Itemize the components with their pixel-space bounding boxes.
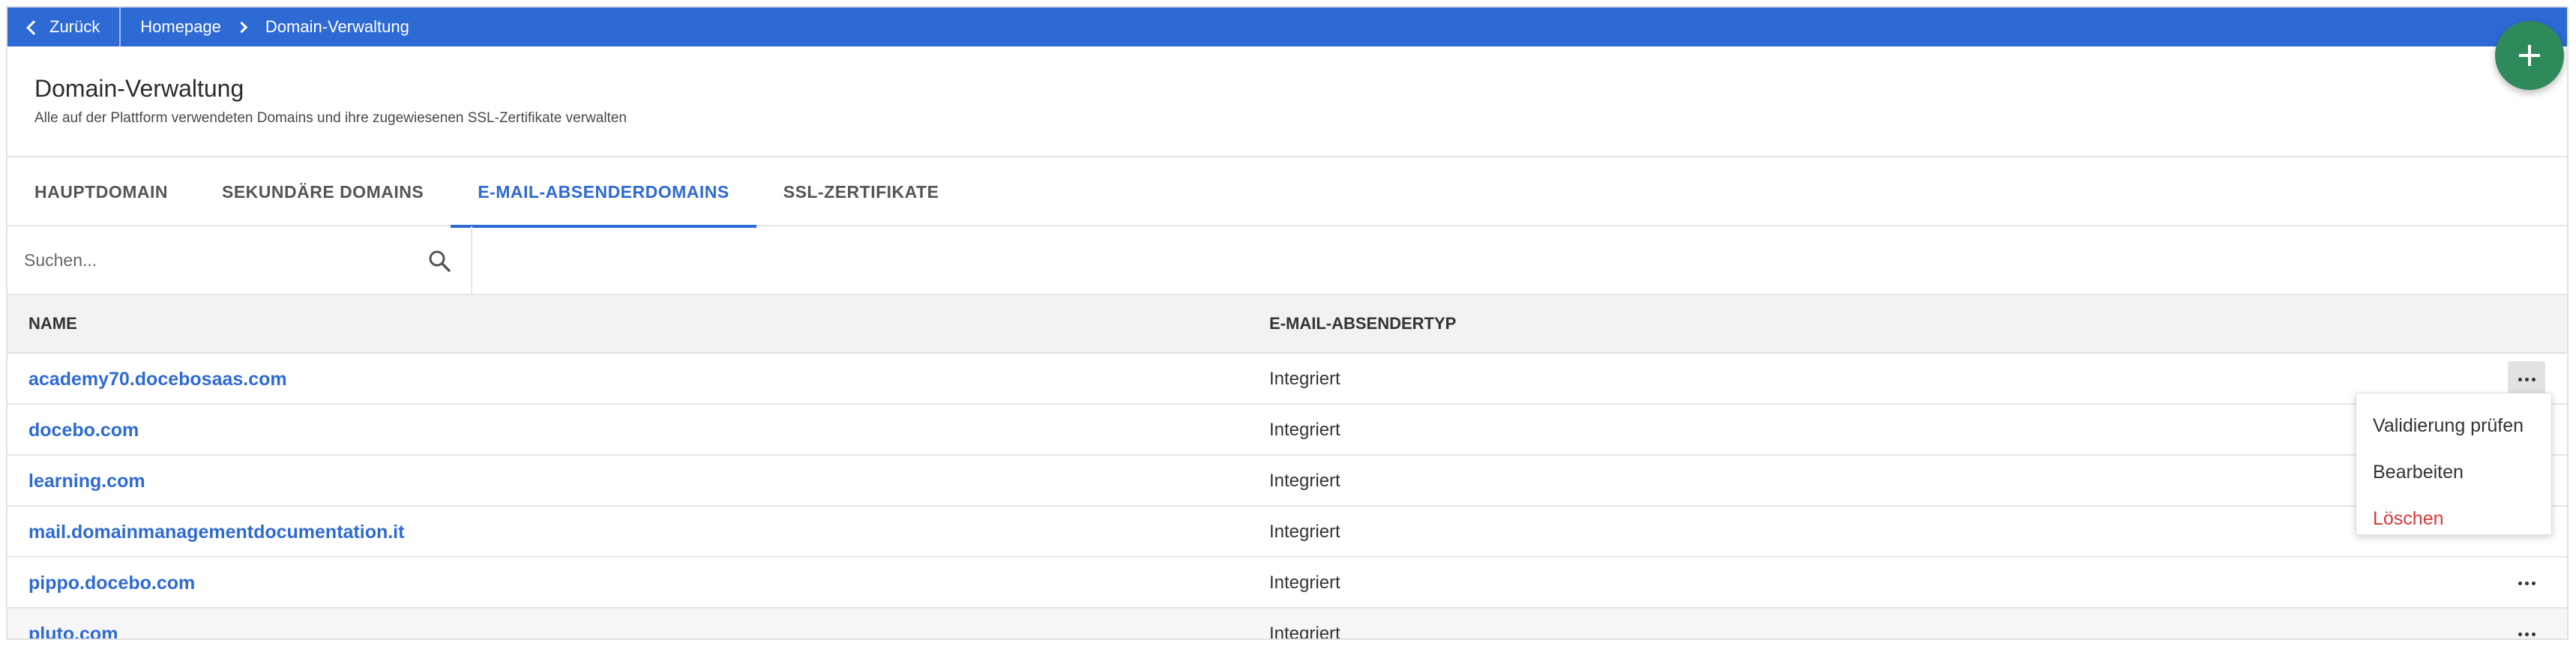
- column-header-name[interactable]: NAME: [28, 314, 77, 333]
- domain-name-link[interactable]: pluto.com: [28, 624, 118, 639]
- row-menu-button[interactable]: [2508, 616, 2545, 639]
- more-horizontal-icon: [2518, 377, 2536, 381]
- search-icon[interactable]: [427, 249, 451, 273]
- domain-name-link[interactable]: learning.com: [28, 471, 145, 492]
- domain-name-link[interactable]: docebo.com: [28, 420, 139, 441]
- sender-type: Integriert: [1269, 624, 1340, 640]
- page-header: Domain-Verwaltung Alle auf der Plattform…: [7, 46, 2567, 157]
- chevron-right-icon: [235, 21, 248, 33]
- tab-sekundaere-domains[interactable]: SEKUNDÄRE DOMAINS: [195, 157, 451, 226]
- search-container: [7, 226, 472, 294]
- back-button[interactable]: Zurück: [7, 7, 121, 46]
- page-title: Domain-Verwaltung: [34, 75, 244, 102]
- table-row: pippo.docebo.com Integriert: [7, 558, 2567, 609]
- row-actions-menu: Validierung prüfen Bearbeiten Löschen: [2356, 393, 2552, 535]
- table-row: docebo.com Integriert: [7, 405, 2567, 456]
- table-row: academy70.docebosaas.com Integriert: [7, 354, 2567, 405]
- tab-hauptdomain[interactable]: HAUPTDOMAIN: [7, 157, 195, 226]
- sender-type: Integriert: [1269, 522, 1340, 542]
- table-row: mail.domainmanagementdocumentation.it In…: [7, 507, 2567, 558]
- plus-icon: [2519, 45, 2540, 66]
- menu-item-edit[interactable]: Bearbeiten: [2356, 449, 2551, 495]
- table-header: NAME E-MAIL-ABSENDERTYP: [7, 295, 2567, 354]
- breadcrumb-homepage[interactable]: Homepage: [140, 17, 221, 37]
- back-button-label: Zurück: [49, 17, 100, 36]
- row-menu-button[interactable]: [2508, 361, 2545, 397]
- app-frame: Zurück Homepage Domain-Verwaltung Domain…: [6, 6, 2569, 640]
- table-row: learning.com Integriert: [7, 456, 2567, 507]
- sender-type: Integriert: [1269, 420, 1340, 440]
- row-menu-button[interactable]: [2508, 565, 2545, 601]
- sender-type: Integriert: [1269, 369, 1340, 389]
- domain-table-body: academy70.docebosaas.com Integriert doce…: [7, 354, 2567, 640]
- breadcrumb-current: Domain-Verwaltung: [265, 17, 409, 36]
- chevron-left-icon: [26, 20, 41, 35]
- column-header-type[interactable]: E-MAIL-ABSENDERTYP: [1269, 314, 1456, 333]
- page-subtitle: Alle auf der Plattform verwendeten Domai…: [34, 110, 627, 126]
- search-bar: [7, 226, 2567, 295]
- more-horizontal-icon: [2518, 581, 2536, 585]
- add-domain-button[interactable]: [2495, 21, 2564, 90]
- domain-name-link[interactable]: mail.domainmanagementdocumentation.it: [28, 522, 404, 543]
- menu-item-delete[interactable]: Löschen: [2356, 495, 2551, 542]
- top-navigation-bar: Zurück Homepage Domain-Verwaltung: [7, 7, 2567, 46]
- tab-email-absenderdomains[interactable]: E-MAIL-ABSENDERDOMAINS: [451, 157, 756, 228]
- tab-ssl-zertifikate[interactable]: SSL-ZERTIFIKATE: [756, 157, 966, 226]
- domain-name-link[interactable]: pippo.docebo.com: [28, 573, 195, 594]
- sender-type: Integriert: [1269, 573, 1340, 593]
- sender-type: Integriert: [1269, 471, 1340, 491]
- menu-item-validate[interactable]: Validierung prüfen: [2356, 402, 2551, 449]
- table-row: pluto.com Integriert: [7, 609, 2567, 640]
- breadcrumb: Homepage Domain-Verwaltung: [121, 17, 409, 37]
- search-input[interactable]: [7, 238, 397, 283]
- tab-bar: HAUPTDOMAIN SEKUNDÄRE DOMAINS E-MAIL-ABS…: [7, 157, 2567, 228]
- more-horizontal-icon: [2518, 632, 2536, 636]
- domain-name-link[interactable]: academy70.docebosaas.com: [28, 369, 287, 390]
